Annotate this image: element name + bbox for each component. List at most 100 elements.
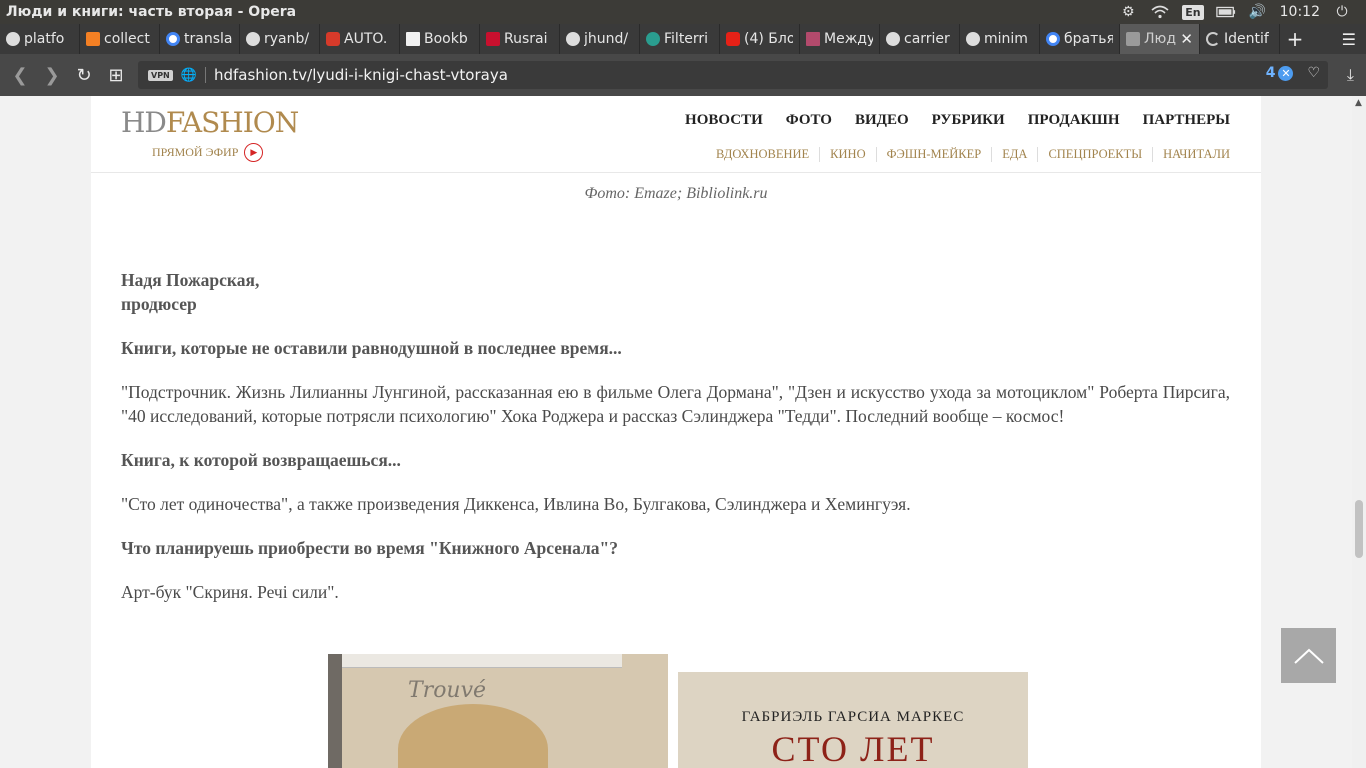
volume-icon[interactable]: 🔊: [1248, 4, 1268, 20]
wifi-icon[interactable]: [1150, 4, 1170, 20]
tab[interactable]: Между: [800, 24, 880, 54]
nav-item-production[interactable]: ПРОДАКШН: [1028, 112, 1120, 129]
content-column: HDFASHION ПРЯМОЙ ЭФИР ▶ НОВОСТИ ФОТО ВИД…: [91, 96, 1261, 768]
book-cover-image: ГАБРИЭЛЬ ГАРСИА МАРКЕС СТО ЛЕТ: [678, 672, 1028, 768]
subnav-item-fashion-maker[interactable]: ФЭШН-МЕЙКЕР: [875, 147, 992, 162]
document-icon: [406, 32, 420, 46]
url-text[interactable]: hdfashion.tv/lyudi-i-knigi-chast-vtoraya: [214, 66, 508, 84]
subnav-item-read[interactable]: НАЧИТАЛИ: [1152, 147, 1230, 162]
tab[interactable]: transla: [160, 24, 240, 54]
reload-button[interactable]: ↻: [68, 59, 100, 91]
url-separator: [204, 67, 206, 83]
close-tab-icon[interactable]: ✕: [1180, 30, 1193, 48]
webpage: HDFASHION ПРЯМОЙ ЭФИР ▶ НОВОСТИ ФОТО ВИД…: [0, 96, 1352, 768]
site-header: HDFASHION ПРЯМОЙ ЭФИР ▶ НОВОСТИ ФОТО ВИД…: [91, 96, 1261, 173]
battery-icon[interactable]: [1215, 4, 1236, 20]
tab-active[interactable]: Люд ✕: [1120, 24, 1200, 54]
address-bar[interactable]: VPN 🌐 hdfashion.tv/lyudi-i-knigi-chast-v…: [138, 61, 1328, 89]
nav-item-rubrics[interactable]: РУБРИКИ: [932, 112, 1005, 129]
back-button[interactable]: ❮: [4, 59, 36, 91]
heart-icon[interactable]: ♡: [1307, 65, 1320, 81]
book-icon: [806, 32, 820, 46]
system-tray: ⚙ En 🔊 10:12 ⏻: [1118, 0, 1366, 24]
settings-gear-icon[interactable]: ⚙: [1118, 4, 1138, 20]
play-icon: ▶: [244, 143, 264, 162]
window-title: Люди и книги: часть вторая - Opera: [6, 4, 297, 20]
subnav-item-cinema[interactable]: КИНО: [819, 147, 875, 162]
tab[interactable]: collect: [80, 24, 160, 54]
hdfashion-icon: [1126, 32, 1140, 46]
adblock-badge[interactable]: 4 ✕: [1266, 65, 1294, 81]
tab[interactable]: ryanb/: [240, 24, 320, 54]
tab-menu-icon[interactable]: ☰: [1342, 30, 1356, 49]
github-icon: [966, 32, 980, 46]
tab[interactable]: AUTO.: [320, 24, 400, 54]
handwriting-script: Trouvé: [408, 678, 487, 703]
new-tab-button[interactable]: +: [1280, 24, 1310, 54]
tab[interactable]: братья: [1040, 24, 1120, 54]
google-icon: [1046, 32, 1060, 46]
tab[interactable]: Identif: [1200, 24, 1280, 54]
navigation-bar: ❮ ❯ ↻ ⊞ VPN 🌐 hdfashion.tv/lyudi-i-knigi…: [0, 54, 1366, 96]
tab[interactable]: minim: [960, 24, 1040, 54]
loading-icon: [1206, 32, 1220, 46]
photo-credit: Фото: Emaze; Bibliolink.ru: [584, 185, 768, 202]
portrait-illustration: [398, 704, 548, 768]
page-scrollbar[interactable]: ▲: [1352, 96, 1366, 768]
os-top-bar: Люди и книги: часть вторая - Opera ⚙ En …: [0, 0, 1366, 24]
subnav-item-food[interactable]: ЕДА: [991, 147, 1037, 162]
book-cover-image: Trouvé: [328, 654, 668, 768]
car-icon: [326, 32, 340, 46]
forward-button[interactable]: ❯: [36, 59, 68, 91]
github-icon: [566, 32, 580, 46]
question: Что планируешь приобрести во время "Книж…: [121, 538, 619, 558]
book-spine: [328, 654, 342, 768]
live-stream-link[interactable]: ПРЯМОЙ ЭФИР ▶: [152, 143, 264, 162]
tab[interactable]: platfo: [0, 24, 80, 54]
download-icon[interactable]: ⤓: [1347, 65, 1354, 85]
nav-item-news[interactable]: НОВОСТИ: [685, 112, 763, 129]
clock[interactable]: 10:12: [1280, 4, 1320, 20]
answer: Арт-бук "Скриня. Речі сили".: [121, 582, 339, 602]
filter-icon: [646, 32, 660, 46]
nav-item-photo[interactable]: ФОТО: [786, 112, 832, 129]
address-bar-actions: 4 ✕ ♡: [1266, 65, 1320, 81]
question: Книга, к которой возвращаешься...: [121, 450, 401, 470]
scroll-to-top-button[interactable]: [1281, 628, 1336, 683]
scrollbar-thumb[interactable]: [1355, 500, 1363, 558]
youtube-icon: [726, 32, 740, 46]
globe-icon[interactable]: 🌐: [181, 68, 197, 83]
nav-item-partners[interactable]: ПАРТНЕРЫ: [1143, 112, 1230, 129]
tab[interactable]: Filterri: [640, 24, 720, 54]
book-page-edge: [342, 654, 622, 668]
tab[interactable]: jhund/: [560, 24, 640, 54]
stackoverflow-icon: [86, 32, 100, 46]
sub-nav: ВДОХНОВЕНИЕ КИНО ФЭШН-МЕЙКЕР ЕДА СПЕЦПРО…: [716, 147, 1230, 162]
rusrail-icon: [486, 32, 500, 46]
book-title: СТО ЛЕТ: [771, 729, 935, 768]
book-author: ГАБРИЭЛЬ ГАРСИА МАРКЕС: [741, 709, 965, 725]
vpn-badge[interactable]: VPN: [148, 69, 173, 81]
adblock-icon: ✕: [1278, 65, 1294, 81]
nav-item-video[interactable]: ВИДЕО: [855, 112, 909, 129]
speed-dial-grid-icon[interactable]: ⊞: [100, 59, 132, 91]
tab[interactable]: (4) Бло: [720, 24, 800, 54]
tab[interactable]: carrier: [880, 24, 960, 54]
interviewee: Надя Пожарская, продюсер: [121, 268, 1230, 316]
main-nav: НОВОСТИ ФОТО ВИДЕО РУБРИКИ ПРОДАКШН ПАРТ…: [685, 112, 1230, 129]
answer: "Сто лет одиночества", а также произведе…: [121, 494, 911, 514]
github-icon: [6, 32, 20, 46]
keyboard-language-indicator[interactable]: En: [1182, 4, 1204, 20]
subnav-item-special-projects[interactable]: СПЕЦПРОЕКТЫ: [1037, 147, 1152, 162]
subnav-item-inspiration[interactable]: ВДОХНОВЕНИЕ: [716, 147, 819, 162]
tab-strip: platfo collect transla ryanb/ AUTO. Book…: [0, 24, 1366, 54]
tab[interactable]: Bookb: [400, 24, 480, 54]
github-icon: [886, 32, 900, 46]
site-logo[interactable]: HDFASHION: [121, 106, 299, 139]
google-icon: [166, 32, 180, 46]
tab[interactable]: Rusrai: [480, 24, 560, 54]
interviewee-role: продюсер: [121, 294, 197, 314]
scroll-up-arrow-icon[interactable]: ▲: [1355, 98, 1362, 108]
power-icon[interactable]: ⏻: [1332, 4, 1352, 20]
question: Книги, которые не оставили равнодушной в…: [121, 338, 622, 358]
